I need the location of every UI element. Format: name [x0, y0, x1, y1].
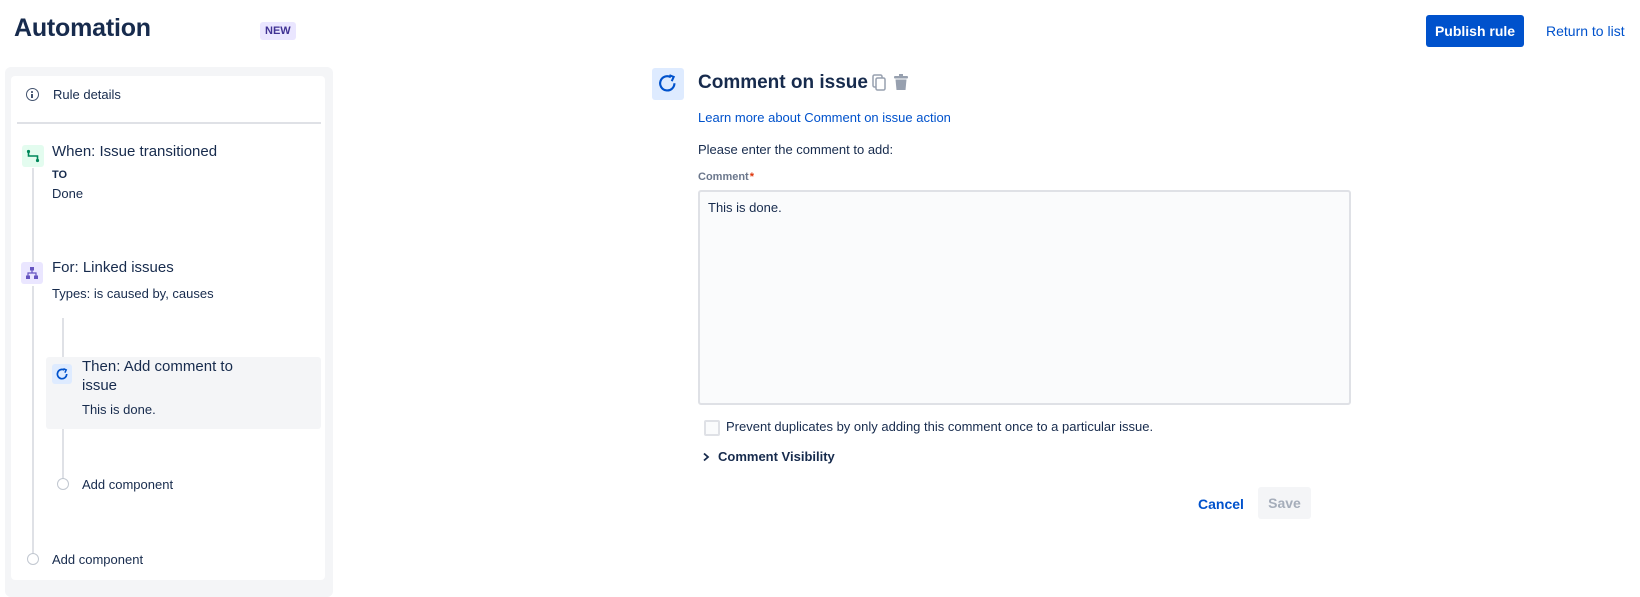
add-component-circle-icon[interactable]: [57, 478, 69, 490]
transition-icon-svg: [26, 149, 40, 163]
comment-textarea[interactable]: This is done.: [698, 190, 1351, 405]
add-component-circle-icon[interactable]: [27, 553, 39, 565]
transition-icon: [22, 145, 44, 167]
divider: [17, 122, 321, 124]
info-icon: [26, 88, 39, 101]
comment-action-icon: [652, 68, 684, 100]
learn-more-link[interactable]: Learn more about Comment on issue action: [698, 110, 951, 125]
comment-prompt: Please enter the comment to add:: [698, 142, 894, 157]
prevent-duplicates-checkbox[interactable]: [704, 420, 720, 436]
add-component-outer[interactable]: Add component: [52, 552, 143, 567]
chevron-right-icon: [703, 452, 710, 461]
prevent-duplicates-label[interactable]: Prevent duplicates by only adding this c…: [726, 419, 1153, 434]
connector-line: [32, 168, 34, 263]
editor-title: Comment on issue: [698, 72, 868, 93]
copy-icon[interactable]: [872, 74, 886, 96]
comment-action-icon: [52, 364, 72, 384]
rule-details-label: Rule details: [53, 87, 121, 102]
return-to-list-link[interactable]: Return to list: [1546, 23, 1625, 39]
action-title-line1: Then: Add comment to: [82, 358, 233, 375]
trigger-title[interactable]: When: Issue transitioned: [52, 143, 217, 160]
cancel-button[interactable]: Cancel: [1190, 490, 1252, 518]
publish-rule-button[interactable]: Publish rule: [1426, 15, 1524, 47]
branch-icon: [21, 262, 43, 284]
rule-details-item[interactable]: Rule details: [26, 87, 121, 102]
action-title-line2: issue: [82, 377, 118, 394]
required-marker: *: [749, 171, 755, 183]
trigger-sub-label: TO: [52, 169, 68, 181]
action-subtitle: This is done.: [82, 402, 156, 417]
connector-line: [32, 286, 34, 558]
save-button[interactable]: Save: [1258, 487, 1311, 519]
trash-icon[interactable]: [893, 74, 909, 96]
comment-field-label: Comment*: [698, 171, 754, 183]
branch-icon-svg: [26, 267, 38, 279]
new-badge: NEW: [260, 22, 296, 40]
comment-field-label-text: Comment: [698, 171, 749, 183]
comment-visibility-label: Comment Visibility: [718, 449, 835, 464]
add-component-inner[interactable]: Add component: [82, 477, 173, 492]
trigger-sub-value: Done: [52, 186, 84, 201]
page-title: Automation: [14, 14, 151, 42]
comment-visibility-toggle[interactable]: Comment Visibility: [702, 449, 835, 464]
comment-action-icon-svg: [659, 74, 676, 92]
branch-subtitle: Types: is caused by, causes: [52, 286, 214, 301]
comment-action-icon-svg: [56, 367, 68, 380]
action-title[interactable]: Then: Add comment to issue: [82, 357, 233, 395]
branch-title[interactable]: For: Linked issues: [52, 259, 174, 276]
